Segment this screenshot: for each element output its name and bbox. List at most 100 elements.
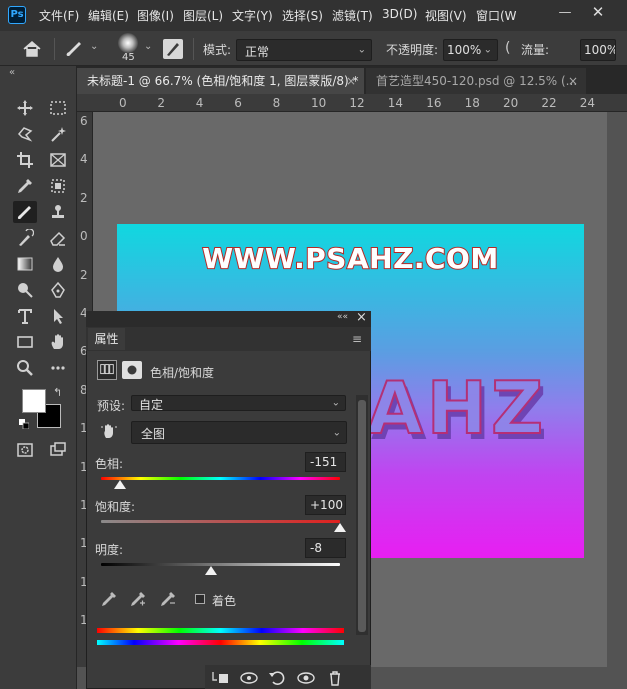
- colorize-checkbox[interactable]: [195, 594, 205, 604]
- magic-wand-icon[interactable]: [46, 123, 70, 145]
- panel-menu-icon[interactable]: ≡: [352, 332, 362, 346]
- tab-untitled-1[interactable]: 未标题-1 @ 66.7% (色相/饱和度 1, 图层蒙版/8) * ×: [77, 68, 364, 94]
- 3d-logo-text: AHZ: [366, 365, 548, 451]
- panel-title-bar[interactable]: [86, 311, 371, 327]
- menu-filter[interactable]: 滤镜(T): [332, 7, 373, 24]
- ruler-tick-label: 4: [80, 152, 88, 167]
- trash-icon[interactable]: [324, 668, 346, 688]
- quick-mask-icon[interactable]: [13, 439, 37, 461]
- chevron-down-icon: ⌄: [357, 44, 366, 56]
- eraser-tool-icon[interactable]: [46, 227, 70, 249]
- reset-icon[interactable]: [266, 668, 288, 688]
- flow-field[interactable]: 100%: [580, 39, 616, 61]
- horizontal-ruler-ticks: 0 2 4 6 8 10 12 14 16 18 20 22 24: [0, 96, 627, 112]
- ruler-tick-label: 2: [157, 96, 166, 110]
- brush-tool-preset-icon[interactable]: [62, 37, 86, 61]
- ruler-tick-label: 10: [311, 96, 327, 110]
- hand-tool-icon[interactable]: [46, 331, 70, 353]
- gradient-tool-icon[interactable]: [13, 253, 37, 275]
- blur-tool-icon[interactable]: [46, 253, 70, 275]
- vertical-scrollbar[interactable]: [607, 112, 627, 667]
- menu-layer[interactable]: 图层(L): [183, 7, 223, 24]
- crop-tool-icon[interactable]: [13, 149, 37, 171]
- tab-properties[interactable]: 属性: [88, 328, 125, 350]
- foreground-color-swatch[interactable]: [22, 389, 46, 413]
- chevron-down-icon: ⌄: [332, 427, 341, 438]
- hue-slider-thumb[interactable]: [114, 480, 127, 489]
- screen-mode-icon[interactable]: [46, 439, 70, 461]
- panel-scrollbar-thumb[interactable]: [358, 400, 366, 632]
- lightness-slider-track[interactable]: [101, 563, 340, 566]
- ruler-tick-label: 2: [80, 190, 88, 205]
- saturation-slider-thumb[interactable]: [334, 523, 346, 532]
- divider: [193, 38, 194, 60]
- saturation-slider-track[interactable]: [101, 520, 340, 523]
- close-icon[interactable]: ×: [346, 68, 356, 94]
- type-tool-icon[interactable]: [13, 305, 37, 327]
- history-brush-icon[interactable]: [13, 227, 37, 249]
- close-window-button[interactable]: ✕: [588, 3, 608, 23]
- lightness-input[interactable]: -8: [305, 538, 346, 558]
- frame-tool-icon[interactable]: [46, 149, 70, 171]
- adjustment-layer-icon[interactable]: [97, 360, 117, 380]
- mode-dropdown[interactable]: 正常 ⌄: [236, 39, 372, 61]
- eyedropper-plus-icon[interactable]: [129, 590, 147, 608]
- menu-3d[interactable]: 3D(D): [382, 7, 417, 21]
- menu-window[interactable]: 窗口(W: [476, 7, 517, 24]
- targeted-adjust-hand-icon[interactable]: [100, 422, 118, 440]
- collapse-panel-icon[interactable]: ««: [337, 312, 348, 322]
- layer-mask-icon[interactable]: [122, 361, 142, 379]
- tab-label: 首艺造型450-120.psd @ 12.5% (...: [376, 74, 578, 88]
- close-icon[interactable]: ×: [568, 68, 578, 94]
- saturation-input[interactable]: +100: [305, 495, 346, 515]
- home-icon[interactable]: [20, 37, 44, 61]
- eyedropper-tool-icon[interactable]: [13, 175, 37, 197]
- more-tools-icon[interactable]: [46, 357, 70, 379]
- minimize-button[interactable]: —: [555, 5, 575, 23]
- brush-tool-icon[interactable]: [13, 201, 37, 223]
- hue-slider-track[interactable]: [101, 477, 340, 480]
- view-previous-state-icon[interactable]: [238, 668, 260, 688]
- menu-type[interactable]: 文字(Y): [232, 7, 273, 24]
- eyedropper-icon[interactable]: [100, 590, 118, 608]
- eyedropper-minus-icon[interactable]: [159, 590, 177, 608]
- clip-to-layer-icon[interactable]: [209, 668, 231, 688]
- pen-tool-icon[interactable]: [46, 279, 70, 301]
- visibility-eye-icon[interactable]: [295, 668, 317, 688]
- opacity-field[interactable]: 100% ⌄: [443, 39, 498, 61]
- menu-file[interactable]: 文件(F): [39, 7, 79, 24]
- mode-value: 正常: [245, 45, 270, 59]
- ruler-tick-label: 6: [234, 96, 242, 110]
- menu-edit[interactable]: 编辑(E): [88, 7, 129, 24]
- close-panel-icon[interactable]: ×: [356, 310, 367, 325]
- channel-dropdown[interactable]: 全图 ⌄: [131, 421, 347, 444]
- tab-psd-file[interactable]: 首艺造型450-120.psd @ 12.5% (... ×: [366, 68, 586, 94]
- preset-dropdown[interactable]: 自定 ⌄: [131, 395, 346, 412]
- chevron-down-icon[interactable]: ⌄: [144, 41, 152, 52]
- menu-image[interactable]: 图像(I): [137, 7, 174, 24]
- lightness-slider-thumb[interactable]: [204, 566, 217, 575]
- chevron-down-icon[interactable]: ⌄: [90, 41, 98, 52]
- ruler-tick-label: 4: [195, 96, 204, 110]
- channel-value: 全图: [141, 427, 166, 441]
- menu-select[interactable]: 选择(S): [282, 7, 323, 24]
- dodge-tool-icon[interactable]: [13, 279, 37, 301]
- default-colors-icon[interactable]: [19, 418, 30, 430]
- tab-label: 未标题-1 @ 66.7% (色相/饱和度 1, 图层蒙版/8) *: [87, 74, 359, 88]
- brush-tip-icon[interactable]: [118, 33, 138, 53]
- zoom-tool-icon[interactable]: [13, 357, 37, 379]
- ruler-tick-label: 6: [80, 114, 88, 128]
- brush-settings-icon[interactable]: [163, 39, 183, 59]
- pressure-opacity-icon[interactable]: (: [505, 40, 521, 58]
- menu-view[interactable]: 视图(V): [425, 7, 467, 24]
- object-select-icon[interactable]: [46, 175, 70, 197]
- path-select-icon[interactable]: [46, 305, 70, 327]
- ruler-tick-label: 18: [464, 96, 480, 110]
- stamp-tool-icon[interactable]: [46, 201, 70, 223]
- lasso-tool-icon[interactable]: [13, 123, 37, 145]
- hue-input[interactable]: -151: [305, 452, 346, 472]
- collapse-icon[interactable]: «: [9, 67, 15, 78]
- rectangle-tool-icon[interactable]: [13, 331, 37, 353]
- adjustment-title: 色相/饱和度: [150, 366, 215, 380]
- swap-colors-icon[interactable]: ↰: [53, 386, 62, 399]
